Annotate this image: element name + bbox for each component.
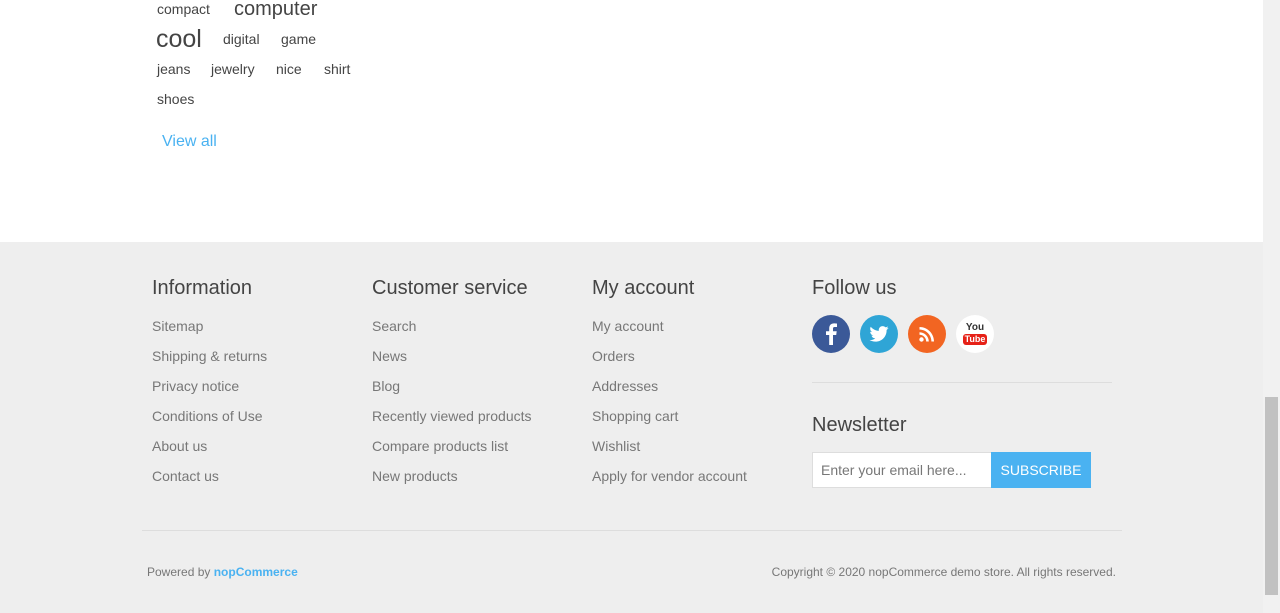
tag-compact[interactable]: compact xyxy=(157,1,210,17)
tag-nice[interactable]: nice xyxy=(276,61,302,77)
rss-icon[interactable] xyxy=(908,315,946,353)
footer-link-conditions-of-use[interactable]: Conditions of Use xyxy=(152,408,263,424)
tag-cool[interactable]: cool xyxy=(156,25,202,54)
footer-link-my-account[interactable]: My account xyxy=(592,318,664,334)
youtube-logo-tube: Tube xyxy=(962,334,988,345)
follow-divider xyxy=(812,382,1112,383)
tag-game[interactable]: game xyxy=(281,31,316,47)
newsletter-email-input[interactable] xyxy=(812,452,992,488)
footer-follow-us: Follow us xyxy=(812,276,1022,317)
youtube-logo-you: You xyxy=(965,322,985,333)
scrollbar-thumb[interactable] xyxy=(1265,397,1278,595)
footer-link-apply-vendor[interactable]: Apply for vendor account xyxy=(592,468,747,484)
footer-link-compare-products[interactable]: Compare products list xyxy=(372,438,508,454)
page: compact computer cool digital game jeans… xyxy=(0,0,1263,613)
twitter-icon[interactable] xyxy=(860,315,898,353)
footer-link-contact-us[interactable]: Contact us xyxy=(152,468,219,484)
tag-jeans[interactable]: jeans xyxy=(157,61,190,77)
powered-by-label: Powered by xyxy=(147,565,211,579)
footer-link-shopping-cart[interactable]: Shopping cart xyxy=(592,408,678,424)
powered-by: Powered by nopCommerce xyxy=(147,565,298,579)
copyright-text: Copyright © 2020 nopCommerce demo store.… xyxy=(771,565,1116,579)
footer-customer-service: Customer service Search News Blog Recent… xyxy=(372,276,582,497)
footer-link-search[interactable]: Search xyxy=(372,318,416,334)
footer-my-account-title: My account xyxy=(592,277,695,299)
footer-link-news[interactable]: News xyxy=(372,348,407,364)
facebook-icon[interactable] xyxy=(812,315,850,353)
footer-link-privacy-notice[interactable]: Privacy notice xyxy=(152,378,239,394)
tag-shirt[interactable]: shirt xyxy=(324,61,350,77)
footer-bottom-divider xyxy=(142,530,1122,531)
footer-link-sitemap[interactable]: Sitemap xyxy=(152,318,203,334)
footer: Information Sitemap Shipping & returns P… xyxy=(0,242,1263,613)
nopcommerce-link[interactable]: nopCommerce xyxy=(214,565,298,579)
footer-information-title: Information xyxy=(152,277,253,299)
footer-link-orders[interactable]: Orders xyxy=(592,348,635,364)
view-all-tags-link[interactable]: View all xyxy=(162,133,217,151)
footer-link-addresses[interactable]: Addresses xyxy=(592,378,658,394)
footer-customer-service-title: Customer service xyxy=(372,277,528,299)
tag-digital[interactable]: digital xyxy=(223,31,260,47)
footer-link-recently-viewed[interactable]: Recently viewed products xyxy=(372,408,532,424)
youtube-icon[interactable]: You Tube xyxy=(956,315,994,353)
newsletter-title: Newsletter xyxy=(812,414,907,436)
footer-follow-us-title: Follow us xyxy=(812,277,897,299)
page-scrollbar[interactable] xyxy=(1263,0,1280,613)
popular-tags: compact computer cool digital game jeans… xyxy=(0,0,1263,242)
footer-link-blog[interactable]: Blog xyxy=(372,378,400,394)
footer-link-wishlist[interactable]: Wishlist xyxy=(592,438,640,454)
footer-my-account: My account My account Orders Addresses S… xyxy=(592,276,802,497)
subscribe-button[interactable]: SUBSCRIBE xyxy=(991,452,1091,488)
tag-jewelry[interactable]: jewelry xyxy=(211,61,255,77)
tag-computer[interactable]: computer xyxy=(234,0,317,21)
footer-information: Information Sitemap Shipping & returns P… xyxy=(152,276,362,497)
footer-link-shipping-returns[interactable]: Shipping & returns xyxy=(152,348,267,364)
footer-link-new-products[interactable]: New products xyxy=(372,468,458,484)
tag-shoes[interactable]: shoes xyxy=(157,91,194,107)
footer-link-about-us[interactable]: About us xyxy=(152,438,207,454)
